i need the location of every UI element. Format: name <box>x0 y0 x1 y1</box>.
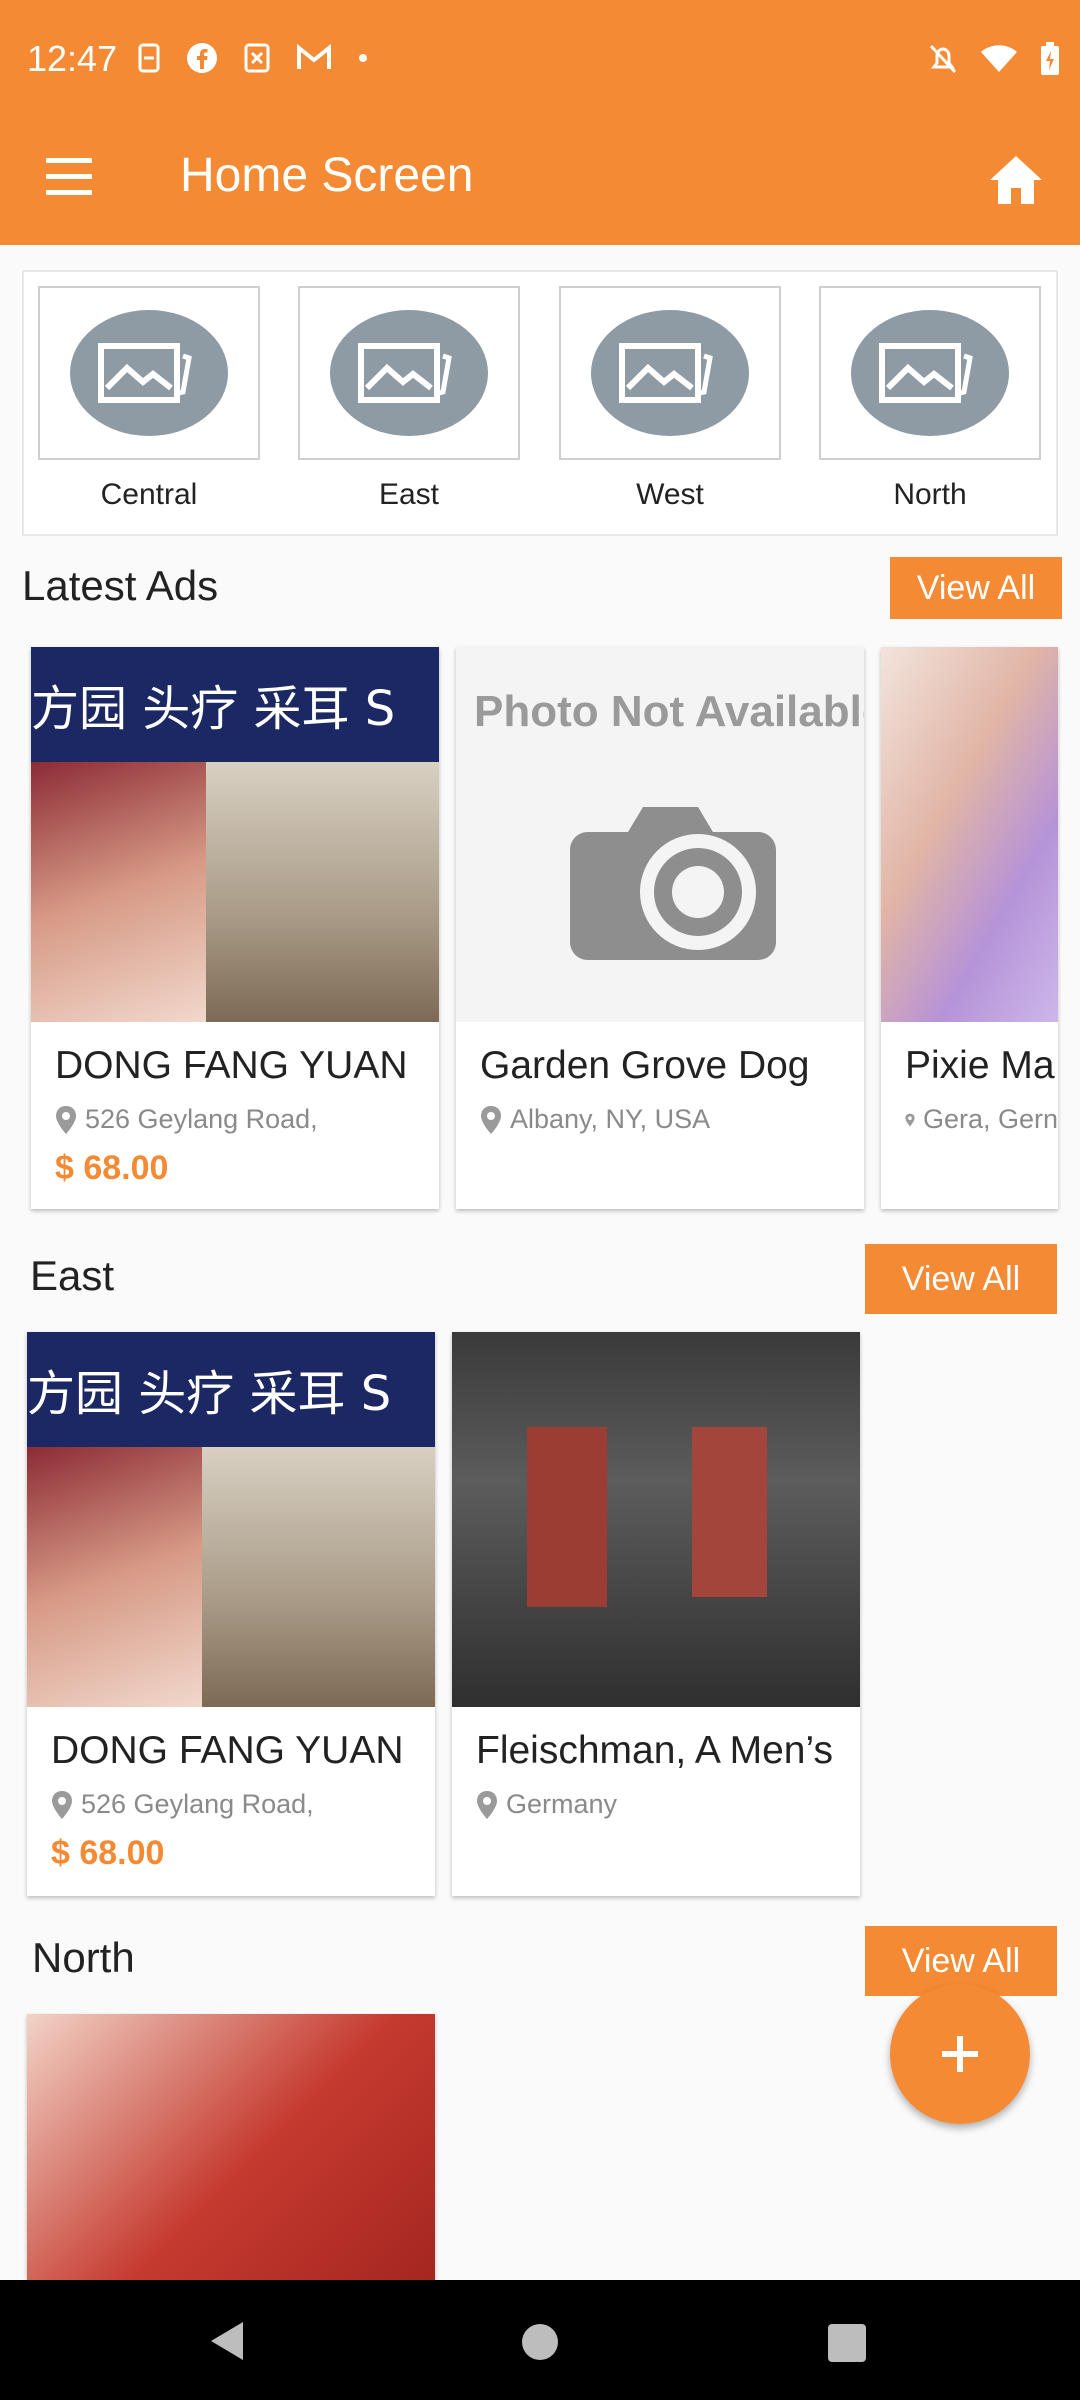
category-label: East <box>378 478 440 511</box>
ad-title: DONG FANG YUAN <box>55 1044 408 1087</box>
location-pin-icon <box>481 1105 501 1134</box>
camera-icon <box>570 807 776 960</box>
ad-image: 方园 头疗 采耳 S <box>31 647 439 1022</box>
category-label: Central <box>100 478 198 511</box>
ad-title: Garden Grove Dog <box>480 1044 810 1087</box>
app-icon <box>244 43 270 73</box>
category-west[interactable]: West <box>559 286 781 512</box>
ad-image: 方园 头疗 采耳 S <box>27 1332 435 1707</box>
category-east[interactable]: East <box>298 286 520 512</box>
location-pin-icon <box>477 1790 497 1819</box>
view-all-east-button[interactable]: View All <box>865 1244 1057 1314</box>
photo-not-available-text: Photo Not Available <box>474 687 864 736</box>
home-icon <box>990 156 1042 204</box>
home-button[interactable] <box>986 152 1046 208</box>
plus-icon <box>942 2036 978 2072</box>
signage-text: 方园 头疗 采耳 S <box>27 1332 435 1447</box>
gmail-icon <box>297 44 331 69</box>
category-label: West <box>636 478 704 511</box>
category-central[interactable]: Central <box>38 286 260 512</box>
ad-image <box>881 647 1058 1022</box>
category-north[interactable]: North <box>819 286 1041 512</box>
section-title-latest: Latest Ads <box>22 562 219 609</box>
wifi-icon <box>981 45 1017 72</box>
menu-button[interactable] <box>40 158 100 208</box>
nav-home-icon[interactable] <box>522 2324 558 2360</box>
image-placeholder-icon <box>98 343 192 403</box>
section-title-east: East <box>30 1252 115 1299</box>
system-nav-bar <box>0 2280 1080 2400</box>
location-pin-icon <box>56 1105 76 1134</box>
sim-icon <box>138 43 160 73</box>
ad-card[interactable]: 方园 头疗 采耳 S DONG FANG YUAN 526 Geylang Ro… <box>31 647 439 1209</box>
image-placeholder-icon <box>358 343 452 403</box>
mute-icon <box>929 44 957 74</box>
ad-location: 526 Geylang Road, <box>51 1789 435 1820</box>
view-all-latest-button[interactable]: View All <box>890 557 1062 619</box>
ad-card[interactable]: Fleischman, A Men’s Germany <box>452 1332 860 1896</box>
ad-title: Fleischman, A Men’s <box>476 1729 833 1772</box>
ad-image: Photo Not Available <box>456 647 864 1022</box>
dot-icon <box>359 54 367 62</box>
system-icons <box>928 42 1060 76</box>
top-bar: 12:47 Home Screen <box>0 0 1080 245</box>
location-pin-icon <box>52 1790 72 1819</box>
ad-card[interactable] <box>27 2014 435 2280</box>
add-ad-button[interactable] <box>890 1984 1030 2124</box>
ad-price: $ 68.00 <box>51 1834 165 1872</box>
ad-title: Pixie Ma <box>905 1044 1055 1087</box>
category-label: North <box>893 478 967 511</box>
recents-icon[interactable] <box>828 2324 866 2362</box>
image-placeholder-icon <box>619 343 713 403</box>
app-bar: Home Screen <box>0 120 1080 245</box>
signage-text: 方园 头疗 采耳 S <box>31 647 439 762</box>
page-title: Home Screen <box>180 149 474 202</box>
back-icon[interactable] <box>207 2320 247 2362</box>
ad-title: DONG FANG YUAN <box>51 1729 404 1772</box>
menu-icon <box>46 158 92 163</box>
ad-card[interactable]: 方园 头疗 采耳 S DONG FANG YUAN 526 Geylang Ro… <box>27 1332 435 1896</box>
ad-card[interactable]: Photo Not Available Garden Grove Dog Alb… <box>456 647 864 1209</box>
section-title-north: North <box>32 1934 135 1981</box>
status-time: 12:47 <box>27 38 118 79</box>
ad-image <box>27 2014 435 2280</box>
category-strip: Central East West North <box>22 270 1058 536</box>
ad-location: Albany, NY, USA <box>480 1104 864 1135</box>
image-placeholder-icon <box>879 343 973 403</box>
ad-image <box>452 1332 860 1707</box>
ad-card[interactable]: Pixie Ma Gera, Gern <box>881 647 1058 1209</box>
facebook-icon <box>187 43 217 73</box>
notification-icons <box>138 42 368 74</box>
ad-location: Gera, Gern <box>905 1104 1058 1135</box>
ad-price: $ 68.00 <box>55 1149 169 1187</box>
ad-location: 526 Geylang Road, <box>55 1104 439 1135</box>
location-pin-icon <box>905 1113 915 1126</box>
battery-icon <box>1041 42 1059 75</box>
status-bar: 12:47 <box>0 0 1080 120</box>
ad-location: Germany <box>476 1789 860 1820</box>
